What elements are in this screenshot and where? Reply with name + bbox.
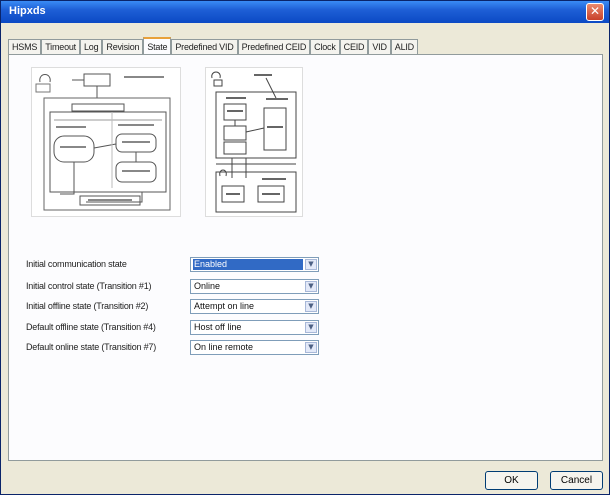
chevron-down-icon[interactable]: ▼ — [305, 342, 317, 353]
tab-revision[interactable]: Revision — [102, 39, 144, 55]
initial-control-state-value: Online — [194, 281, 221, 291]
close-button[interactable]: ✕ — [586, 3, 604, 21]
tab-log[interactable]: Log — [79, 39, 103, 55]
initial-offline-state-select[interactable]: Attempt on line ▼ — [190, 299, 319, 314]
initial-control-state-select[interactable]: Online ▼ — [190, 279, 319, 294]
dialog-window: Hipxds ✕ HSMS Timeout Log Revision State Pred… — [0, 0, 610, 495]
tab-predefined-ceid[interactable]: Predefined CEID — [237, 39, 311, 55]
window-title: Hipxds — [9, 5, 46, 17]
initial-offline-state-label: Initial offline state (Transition #2) — [26, 301, 149, 311]
default-online-state-value: On line remote — [194, 342, 254, 352]
communication-state-diagram-graphic — [35, 73, 171, 211]
default-offline-state-label: Default offline state (Transition #4) — [26, 322, 156, 332]
tab-ceid[interactable]: CEID — [339, 39, 369, 55]
chevron-down-icon[interactable]: ▼ — [305, 301, 317, 312]
default-offline-state-value: Host off line — [194, 322, 242, 332]
control-state-diagram-graphic — [211, 71, 297, 213]
tab-vid[interactable]: VID — [368, 39, 391, 55]
chevron-down-icon[interactable]: ▼ — [305, 281, 317, 292]
chevron-down-icon[interactable]: ▼ — [305, 322, 317, 333]
tab-bar: HSMS Timeout Log Revision State Predefined VI… — [8, 37, 603, 55]
initial-communication-state-select[interactable]: Enabled ▼ — [190, 257, 319, 272]
chevron-down-icon[interactable]: ▼ — [305, 259, 317, 270]
ok-button[interactable]: OK — [485, 471, 538, 490]
tab-hsms[interactable]: HSMS — [8, 39, 42, 55]
initial-offline-state-value: Attempt on line — [194, 301, 255, 311]
tab-timeout[interactable]: Timeout — [41, 39, 80, 55]
tab-state[interactable]: State — [143, 37, 172, 55]
tab-predefined-vid[interactable]: Predefined VID — [171, 39, 238, 55]
title-bar[interactable]: Hipxds ✕ — [1, 1, 609, 23]
default-online-state-label: Default online state (Transition #7) — [26, 342, 157, 352]
state-tab-panel: Initial communication state Enabled ▼ In… — [8, 54, 603, 461]
cancel-button[interactable]: Cancel — [550, 471, 603, 490]
close-icon: ✕ — [589, 4, 601, 18]
initial-control-state-label: Initial control state (Transition #1) — [26, 281, 152, 291]
initial-communication-state-label: Initial communication state — [26, 259, 127, 269]
tab-alid[interactable]: ALID — [390, 39, 418, 55]
default-offline-state-select[interactable]: Host off line ▼ — [190, 320, 319, 335]
default-online-state-select[interactable]: On line remote ▼ — [190, 340, 319, 355]
communication-state-diagram — [31, 67, 181, 217]
control-state-diagram — [205, 67, 303, 217]
tab-clock[interactable]: Clock — [310, 39, 340, 55]
initial-communication-state-value: Enabled — [193, 259, 303, 270]
